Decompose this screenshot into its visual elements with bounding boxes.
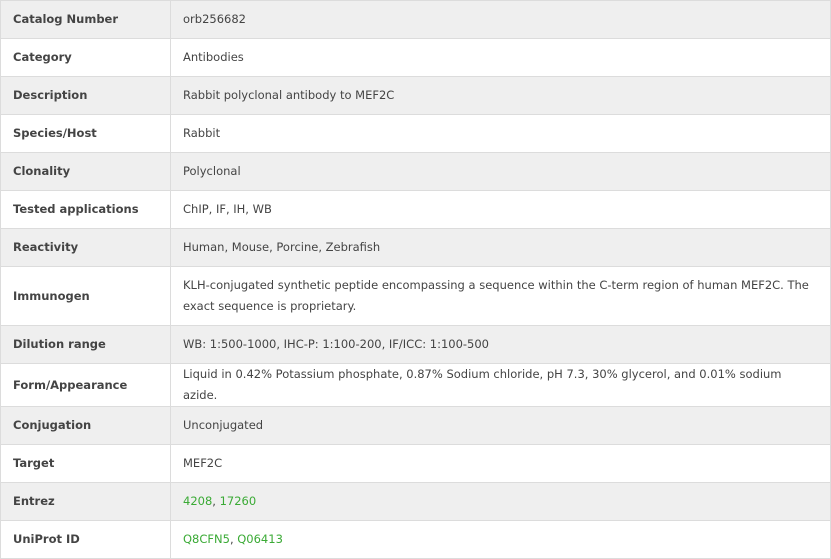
table-row: Dilution range WB: 1:500-1000, IHC-P: 1:…	[0, 325, 831, 364]
table-row: UniProt ID Q8CFN5, Q06413	[0, 520, 831, 559]
row-label: Species/Host	[0, 114, 171, 153]
row-label: Clonality	[0, 152, 171, 191]
row-value: Antibodies	[170, 38, 831, 77]
row-value: WB: 1:500-1000, IHC-P: 1:100-200, IF/ICC…	[170, 325, 831, 364]
table-row: Clonality Polyclonal	[0, 152, 831, 191]
table-row: Form/Appearance Liquid in 0.42% Potassiu…	[0, 363, 831, 407]
row-value: Rabbit polyclonal antibody to MEF2C	[170, 76, 831, 115]
entrez-link[interactable]: 4208	[183, 494, 212, 508]
row-value: ChIP, IF, IH, WB	[170, 190, 831, 229]
table-row: Immunogen KLH-conjugated synthetic pepti…	[0, 266, 831, 326]
table-row: Species/Host Rabbit	[0, 114, 831, 153]
row-value: KLH-conjugated synthetic peptide encompa…	[170, 266, 831, 326]
table-row: Entrez 4208, 17260	[0, 482, 831, 521]
row-label: Reactivity	[0, 228, 171, 267]
row-label: Target	[0, 444, 171, 483]
row-value: Liquid in 0.42% Potassium phosphate, 0.8…	[170, 363, 831, 407]
row-value: Unconjugated	[170, 406, 831, 445]
row-label: Entrez	[0, 482, 171, 521]
row-value: Rabbit	[170, 114, 831, 153]
row-label: Category	[0, 38, 171, 77]
row-value: orb256682	[170, 0, 831, 39]
row-label: Conjugation	[0, 406, 171, 445]
entrez-link[interactable]: 17260	[220, 494, 257, 508]
table-row: Description Rabbit polyclonal antibody t…	[0, 76, 831, 115]
row-value: Polyclonal	[170, 152, 831, 191]
row-label: Catalog Number	[0, 0, 171, 39]
uniprot-link[interactable]: Q8CFN5	[183, 532, 230, 546]
row-label: Immunogen	[0, 266, 171, 326]
table-row: Catalog Number orb256682	[0, 0, 831, 39]
table-row: Conjugation Unconjugated	[0, 406, 831, 445]
uniprot-link[interactable]: Q06413	[237, 532, 283, 546]
table-row: Tested applications ChIP, IF, IH, WB	[0, 190, 831, 229]
table-row: Reactivity Human, Mouse, Porcine, Zebraf…	[0, 228, 831, 267]
row-value: Q8CFN5, Q06413	[170, 520, 831, 559]
table-row: Target MEF2C	[0, 444, 831, 483]
row-value: 4208, 17260	[170, 482, 831, 521]
product-spec-table: Catalog Number orb256682 Category Antibo…	[0, 0, 831, 559]
row-value: Human, Mouse, Porcine, Zebrafish	[170, 228, 831, 267]
row-label: Dilution range	[0, 325, 171, 364]
row-label: Description	[0, 76, 171, 115]
table-row: Category Antibodies	[0, 38, 831, 77]
row-label: UniProt ID	[0, 520, 171, 559]
row-value: MEF2C	[170, 444, 831, 483]
row-label: Form/Appearance	[0, 363, 171, 407]
link-separator: ,	[212, 494, 220, 508]
row-label: Tested applications	[0, 190, 171, 229]
